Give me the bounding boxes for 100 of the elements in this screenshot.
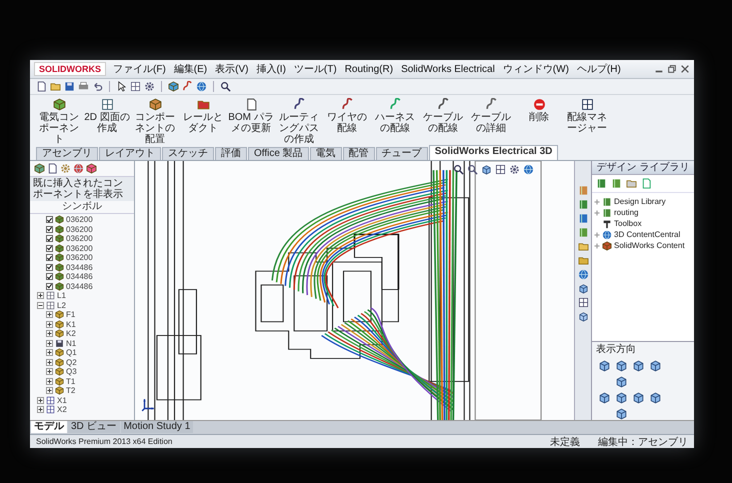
symbol-label[interactable]: 036200: [66, 253, 93, 262]
menu-item[interactable]: ツール(T): [292, 61, 338, 77]
list-icon[interactable]: [47, 163, 58, 174]
panel-tab[interactable]: 3D ビュー: [68, 421, 120, 433]
checkbox[interactable]: [46, 244, 53, 252]
ribbon-tab[interactable]: スケッチ: [162, 147, 214, 160]
ribbon-tab[interactable]: Office 製品: [248, 147, 309, 160]
symbol-label[interactable]: 036200: [66, 244, 93, 253]
symbol-label[interactable]: 034486: [66, 262, 93, 272]
symbol-label[interactable]: 034486: [66, 282, 93, 291]
symbol-label[interactable]: 036200: [66, 224, 93, 234]
zoom-area-icon[interactable]: [467, 164, 478, 175]
expand-toggle[interactable]: [594, 198, 600, 204]
expand-toggle[interactable]: [46, 311, 53, 318]
menu-item[interactable]: ウィンドウ(W): [502, 61, 570, 77]
expand-toggle[interactable]: [46, 358, 53, 366]
expand-toggle[interactable]: [594, 242, 600, 248]
tree-item[interactable]: T1: [66, 376, 76, 386]
document-icon[interactable]: [641, 178, 652, 189]
folder-icon[interactable]: [626, 178, 637, 189]
tree-item[interactable]: L2: [57, 300, 66, 310]
tree-item[interactable]: Q3: [66, 367, 77, 376]
panel-tab[interactable]: モデル: [31, 421, 67, 433]
tree-item[interactable]: F1: [66, 310, 76, 320]
gear-icon[interactable]: [60, 163, 71, 174]
gear-icon[interactable]: [144, 81, 155, 92]
menu-item[interactable]: Routing(R): [344, 62, 394, 76]
menu-item[interactable]: ヘルプ(H): [576, 61, 622, 77]
folder-icon[interactable]: [50, 81, 61, 92]
view-cube-icon[interactable]: [649, 391, 662, 404]
tree-item[interactable]: X1: [57, 396, 67, 405]
printer-icon[interactable]: [78, 81, 89, 92]
expand-toggle[interactable]: [37, 396, 44, 404]
library-item[interactable]: routing: [614, 208, 638, 217]
view-cube-icon[interactable]: [615, 407, 628, 420]
expand-toggle[interactable]: [46, 378, 53, 385]
expand-toggle[interactable]: [46, 330, 53, 338]
book-icon[interactable]: [578, 213, 588, 224]
symbol-label[interactable]: 034486: [66, 272, 93, 282]
checkbox[interactable]: [46, 235, 53, 242]
symbol-label[interactable]: 036200: [66, 234, 93, 244]
undo-icon[interactable]: [92, 81, 103, 92]
folder-icon[interactable]: [578, 241, 588, 252]
panel-tab[interactable]: Motion Study 1: [120, 421, 194, 433]
checkbox[interactable]: [46, 226, 53, 233]
save-icon[interactable]: [64, 81, 75, 92]
view-cube-icon[interactable]: [649, 359, 662, 372]
ribbon-button[interactable]: ケーブルの配線: [420, 97, 466, 135]
expand-toggle[interactable]: [46, 349, 53, 356]
globe-icon[interactable]: [73, 163, 84, 174]
checkbox[interactable]: [46, 254, 53, 262]
book-icon[interactable]: [611, 178, 622, 189]
view-cube-icon[interactable]: [598, 391, 611, 404]
checkbox[interactable]: [46, 282, 53, 290]
grid-icon[interactable]: [130, 81, 141, 92]
cube-icon[interactable]: [481, 164, 492, 175]
library-icon[interactable]: [578, 185, 588, 196]
book-icon[interactable]: [578, 199, 588, 210]
document-icon[interactable]: [36, 81, 47, 92]
menu-item[interactable]: 編集(E): [172, 61, 208, 77]
ribbon-button[interactable]: ハーネスの配線: [372, 97, 418, 135]
view-cube-icon[interactable]: [598, 359, 611, 372]
expand-toggle[interactable]: [594, 210, 600, 216]
menu-item[interactable]: 挿入(I): [255, 61, 287, 77]
ribbon-button[interactable]: 電気コンポーネント: [36, 97, 82, 146]
ribbon-tab[interactable]: SolidWorks Electrical 3D: [428, 145, 558, 160]
view-cube-icon[interactable]: [632, 359, 645, 372]
cube-icon[interactable]: [578, 283, 588, 294]
ribbon-tab[interactable]: 評価: [215, 147, 247, 160]
ribbon-button[interactable]: 2D 図面の作成: [84, 97, 130, 135]
menu-item[interactable]: 表示(V): [214, 61, 250, 77]
expand-toggle[interactable]: [46, 368, 53, 376]
cube-icon[interactable]: [168, 81, 179, 92]
library-item[interactable]: 3D ContentCentral: [614, 230, 680, 239]
tree-item[interactable]: K1: [66, 320, 76, 329]
tree-item[interactable]: Q2: [66, 358, 77, 367]
box-icon[interactable]: [86, 163, 97, 174]
view-cube-icon[interactable]: [632, 391, 645, 404]
ribbon-button[interactable]: レールとダクト: [180, 97, 226, 135]
book-icon[interactable]: [578, 227, 588, 238]
expand-toggle[interactable]: [594, 232, 600, 238]
ribbon-tab[interactable]: チューブ: [376, 147, 428, 160]
folder-icon[interactable]: [578, 255, 588, 266]
book-icon[interactable]: [596, 178, 607, 189]
ribbon-button[interactable]: BOM パラメの更新: [228, 97, 274, 135]
menu-item[interactable]: SolidWorks Electrical: [400, 62, 496, 76]
library-item[interactable]: SolidWorks Content: [614, 241, 685, 250]
ribbon-tab[interactable]: 配管: [342, 147, 375, 160]
ribbon-button[interactable]: ワイヤの配線: [324, 97, 370, 135]
view-cube-icon[interactable]: [615, 391, 628, 404]
view-cube-icon[interactable]: [615, 359, 628, 372]
gear-icon[interactable]: [509, 164, 520, 175]
tree-item[interactable]: T2: [66, 386, 76, 396]
ribbon-button[interactable]: コンポーネントの配置: [132, 97, 178, 146]
ribbon-button[interactable]: 配線マネージャー: [564, 97, 610, 135]
wire-icon[interactable]: [182, 81, 193, 92]
ribbon-tab[interactable]: 電気: [310, 147, 342, 160]
tree-item[interactable]: X2: [57, 405, 67, 414]
ribbon-button[interactable]: 削除: [516, 97, 562, 124]
grid-icon[interactable]: [495, 164, 506, 175]
